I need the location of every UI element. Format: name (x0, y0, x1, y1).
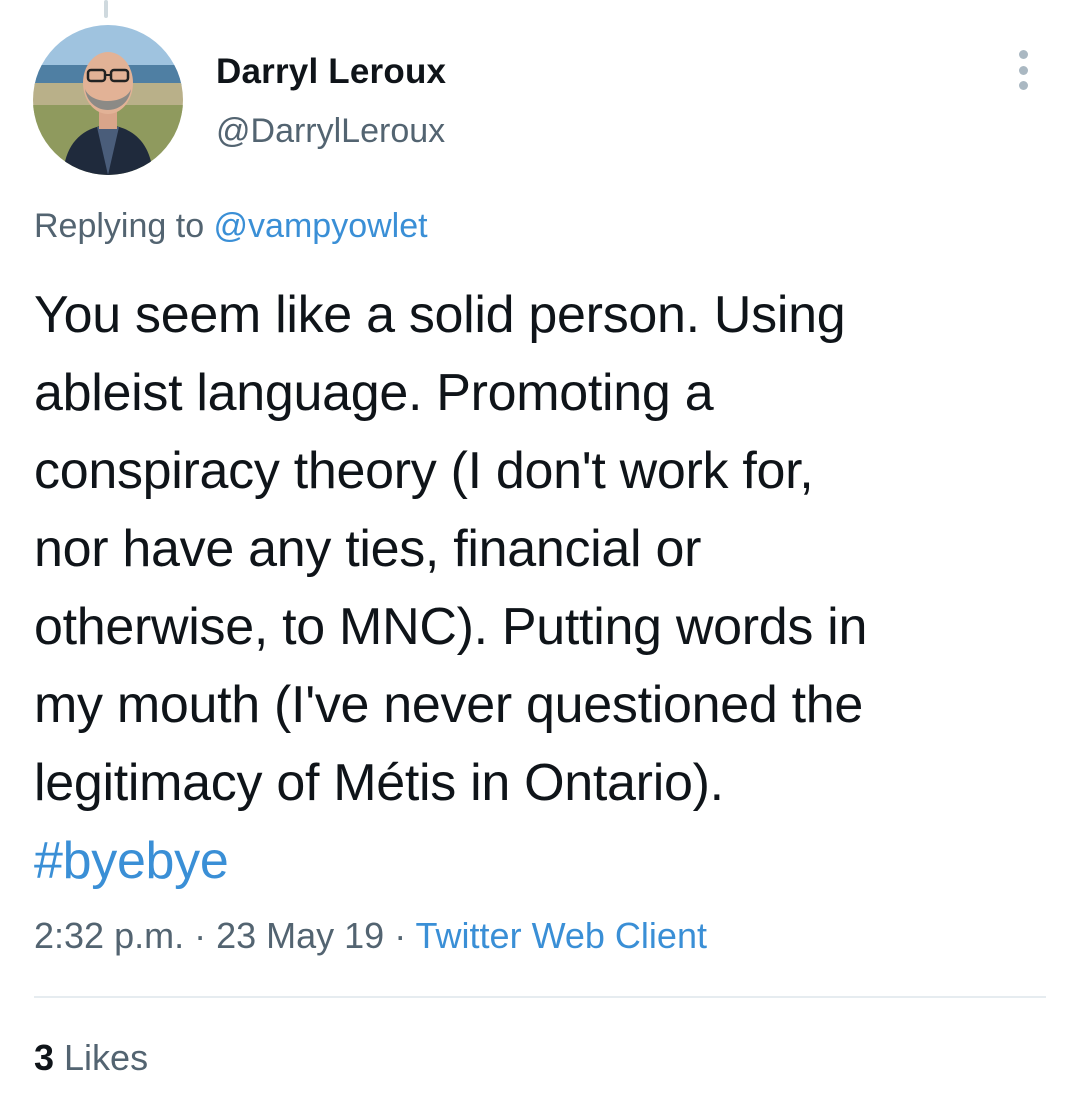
more-dot (1018, 50, 1028, 59)
reply-context: Replying to @vampyowlet (34, 207, 428, 246)
reply-prefix: Replying to (34, 207, 214, 245)
tweet-text-line: otherwise, to MNC). Putting words in (34, 598, 868, 656)
likes-stat[interactable]: 3 Likes (34, 1037, 148, 1079)
tweet-text-line: nor have any ties, financial or (34, 520, 702, 578)
tweet-text-line: You seem like a solid person. Using (34, 286, 846, 344)
tweet-text-line: legitimacy of Métis in Ontario). (34, 754, 724, 812)
tweet-time[interactable]: 2:32 p.m. (34, 915, 184, 956)
more-dot (1018, 65, 1028, 75)
divider (34, 996, 1046, 998)
avatar-photo (33, 25, 183, 175)
tweet-text-line: conspiracy theory (I don't work for, (34, 442, 814, 500)
tweet-client-link[interactable]: Twitter Web Client (416, 915, 707, 956)
tweet-text-line: my mouth (I've never questioned the (34, 676, 863, 734)
tweet-text: You seem like a solid person. Using able… (34, 276, 1044, 900)
hashtag-link[interactable]: #byebye (34, 822, 1044, 900)
reply-mention-link[interactable]: @vampyowlet (214, 207, 428, 245)
author-name[interactable]: Darryl Leroux (216, 52, 446, 92)
tweet-metadata: 2:32 p.m. · 23 May 19 · Twitter Web Clie… (34, 915, 707, 957)
meta-separator: · (184, 915, 217, 956)
likes-count: 3 (34, 1037, 55, 1078)
tweet-text-line: ableist language. Promoting a (34, 364, 714, 422)
avatar[interactable] (33, 25, 183, 175)
likes-label: Likes (54, 1037, 149, 1078)
more-dot (1018, 81, 1028, 90)
author-handle[interactable]: @DarrylLeroux (216, 112, 445, 151)
tweet-date[interactable]: 23 May 19 (216, 915, 384, 956)
more-options-icon[interactable] (1008, 50, 1038, 90)
thread-connector-line (104, 0, 108, 18)
meta-separator: · (384, 915, 416, 956)
